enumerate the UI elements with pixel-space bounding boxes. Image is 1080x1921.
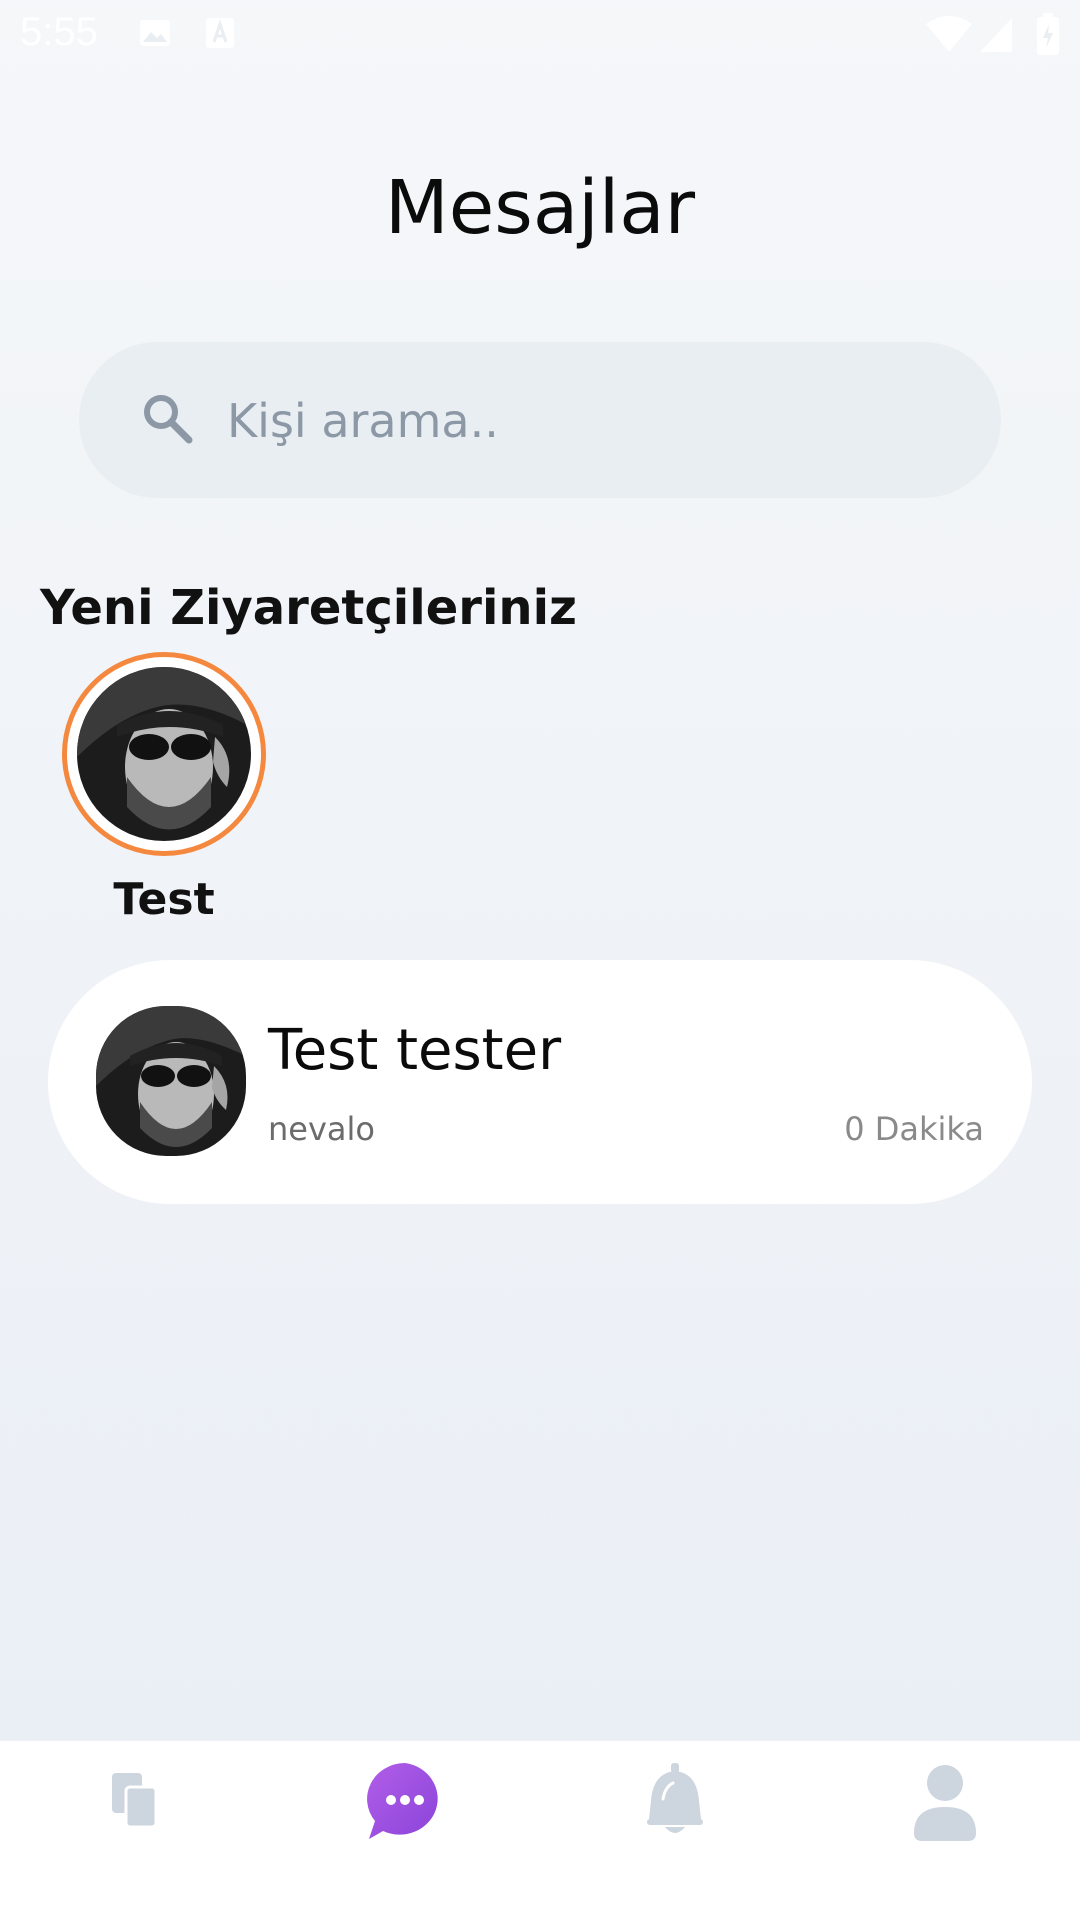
search-bar[interactable]	[79, 342, 1001, 500]
documents-icon	[112, 1773, 158, 1829]
visitors-section-title: Yeni Ziyaretçileriniz	[40, 580, 577, 636]
status-time: 5:55	[20, 10, 98, 54]
nav-notifications[interactable]	[540, 1741, 810, 1921]
bottom-navigation	[0, 1740, 1080, 1921]
visitor-name: Test	[113, 874, 215, 925]
chat-subtitle: nevalo	[268, 1110, 375, 1148]
nav-messages[interactable]	[270, 1741, 540, 1921]
a11y-icon	[205, 16, 235, 55]
chat-list-item[interactable]: Test tester nevalo 0 Dakika	[48, 960, 1032, 1204]
avatar	[77, 667, 251, 841]
status-bar: 5:55	[0, 0, 1080, 74]
chat-contact-name: Test tester	[268, 1018, 562, 1083]
messages-icon	[367, 1763, 438, 1839]
battery-icon	[1036, 12, 1060, 61]
nav-profile[interactable]	[810, 1741, 1080, 1921]
gallery-icon	[138, 16, 172, 55]
notifications-icon	[647, 1763, 703, 1833]
wifi-icon	[924, 14, 974, 59]
chat-time: 0 Dakika	[844, 1110, 984, 1148]
profile-icon	[914, 1765, 976, 1841]
page-title: Mesajlar	[384, 165, 696, 251]
visitor-avatar[interactable]	[62, 652, 266, 856]
signal-icon	[978, 14, 1014, 59]
avatar	[96, 1006, 246, 1156]
search-icon	[141, 392, 195, 446]
search-input[interactable]	[225, 342, 929, 500]
nav-documents[interactable]	[0, 1741, 270, 1921]
